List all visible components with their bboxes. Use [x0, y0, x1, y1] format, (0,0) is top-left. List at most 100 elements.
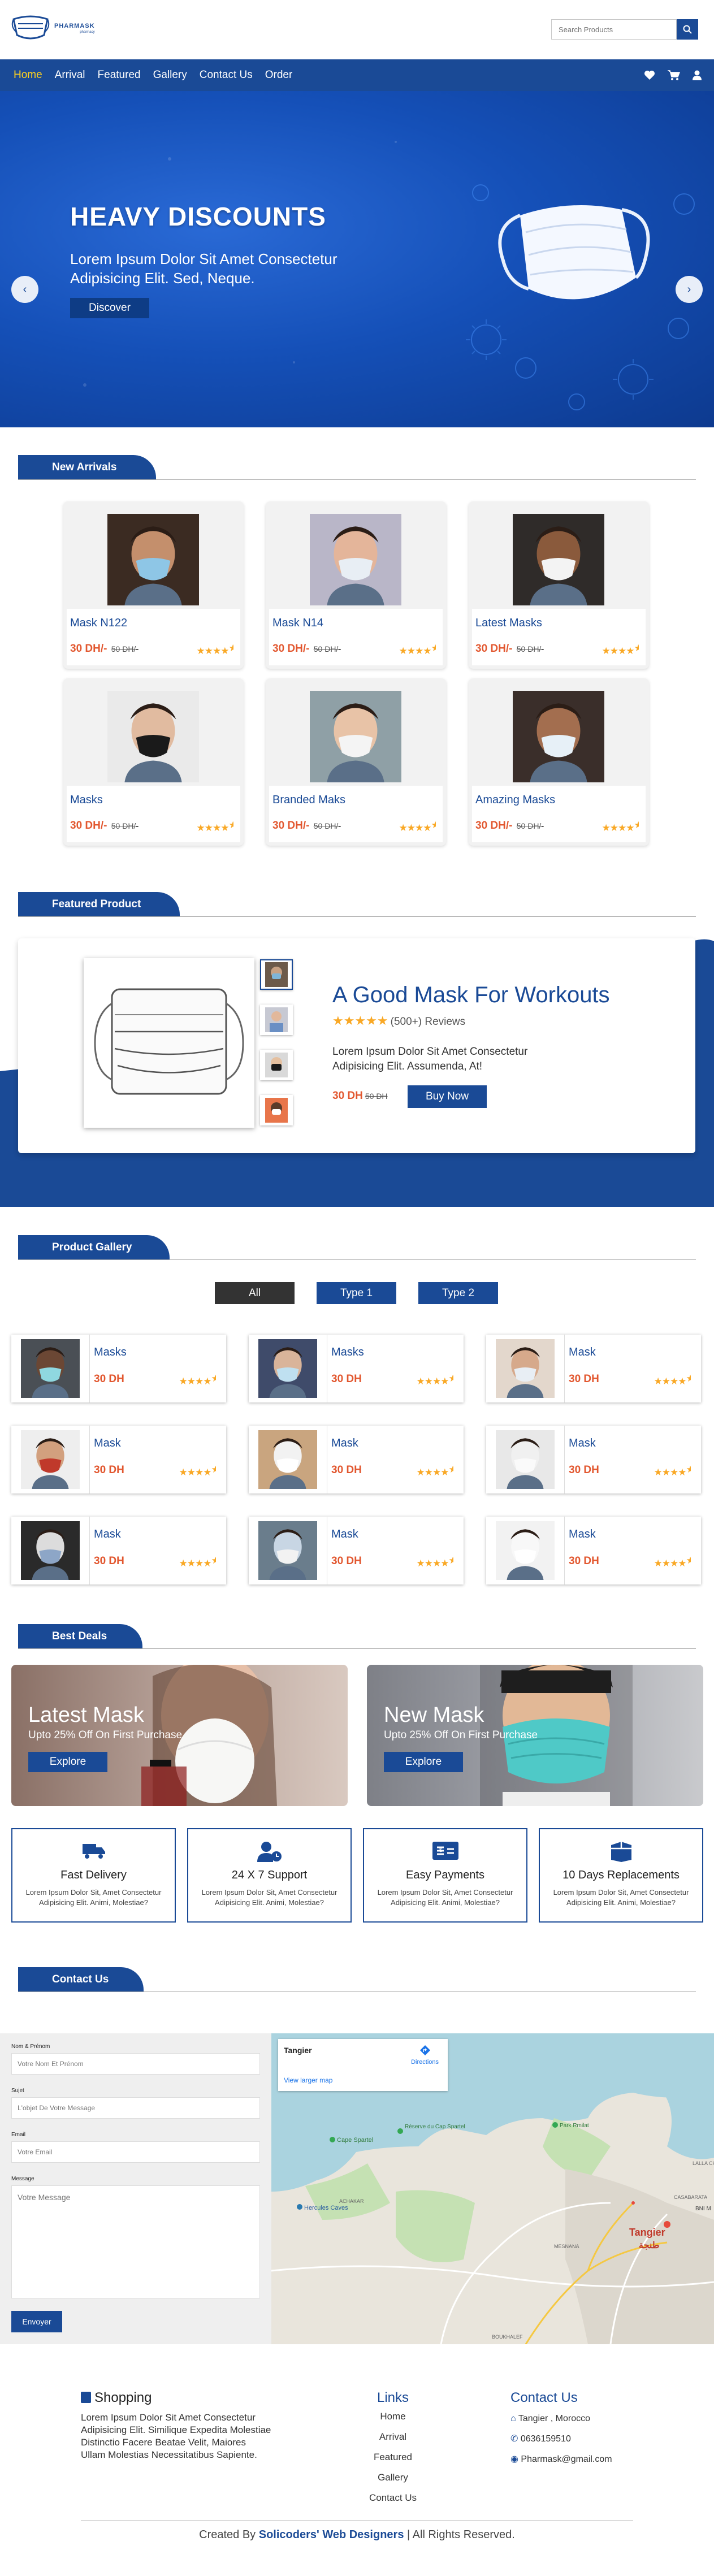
star-rating-icon: ★★★★★	[179, 1464, 216, 1478]
product-name[interactable]: Mask	[94, 1437, 121, 1450]
product-name[interactable]: Masks	[70, 794, 103, 807]
arrival-card[interactable]: Latest Masks 30 DH/- 50 DH/- ★★★★★	[469, 501, 649, 669]
hero-subtitle: Lorem Ipsum Dolor Sit Amet Consectetur A…	[70, 250, 337, 287]
product-name[interactable]: Mask	[331, 1528, 358, 1541]
product-name[interactable]: Masks	[94, 1346, 127, 1359]
arrival-card[interactable]: Branded Maks 30 DH/- 50 DH/- ★★★★★	[266, 678, 446, 846]
gallery-card[interactable]: Mask 30 DH ★★★★★	[486, 1426, 701, 1493]
thumbnail-4[interactable]	[260, 1095, 293, 1125]
thumbnail-1[interactable]	[260, 959, 293, 990]
footer-email: ◉ Pharmask@gmail.com	[510, 2453, 657, 2466]
surgical-mask-image	[94, 988, 244, 1095]
buy-now-button[interactable]: Buy Now	[408, 1085, 487, 1108]
filter-all-button[interactable]: All	[215, 1282, 295, 1304]
divider	[564, 1517, 565, 1584]
footer-link-gallery[interactable]: Gallery	[339, 2471, 447, 2484]
product-price: 30 DH	[569, 1373, 599, 1385]
featured-main-image	[84, 958, 254, 1128]
map-info-card: Tangier View larger map Directions	[278, 2039, 448, 2091]
map-label-park: Park Rmilat	[560, 2123, 589, 2129]
gallery-card[interactable]: Masks 30 DH ★★★★★	[11, 1335, 226, 1402]
product-price: 30 DH/-	[272, 820, 310, 832]
product-name[interactable]: Branded Maks	[272, 794, 345, 807]
prev-slide-button[interactable]: ‹	[11, 276, 38, 303]
nav-arrival[interactable]: Arrival	[55, 69, 85, 81]
gallery-card[interactable]: Masks 30 DH ★★★★★	[249, 1335, 464, 1402]
search-input[interactable]	[551, 19, 677, 40]
product-name[interactable]: Mask N122	[70, 617, 127, 630]
email-field[interactable]: Votre Email	[11, 2141, 260, 2163]
gallery-card[interactable]: Mask 30 DH ★★★★★	[249, 1517, 464, 1584]
product-name[interactable]: Mask	[569, 1437, 596, 1450]
product-name[interactable]: Mask	[331, 1437, 358, 1450]
user-icon[interactable]	[693, 70, 702, 80]
product-name[interactable]: Mask	[569, 1528, 596, 1541]
heart-icon[interactable]	[644, 70, 655, 80]
shopping-bag-icon	[81, 2392, 91, 2403]
brand-logo[interactable]: PHARMASK pharmacy	[10, 12, 95, 42]
deal-latest-title: Latest Mask	[28, 1703, 144, 1727]
copyright: Created By Solicoders' Web Designers | A…	[0, 2529, 714, 2542]
divider	[564, 1335, 565, 1402]
gallery-card[interactable]: Mask 30 DH ★★★★★	[486, 1517, 701, 1584]
filter-type2-button[interactable]: Type 2	[418, 1282, 498, 1304]
arrival-card[interactable]: Amazing Masks 30 DH/- 50 DH/- ★★★★★	[469, 678, 649, 846]
gallery-card[interactable]: Mask 30 DH ★★★★★	[11, 1426, 226, 1493]
view-larger-map-link[interactable]: View larger map	[284, 2076, 332, 2084]
footer-divider	[81, 2520, 633, 2521]
nav-gallery[interactable]: Gallery	[153, 69, 187, 81]
product-name[interactable]: Mask	[569, 1346, 596, 1359]
nav-order[interactable]: Order	[265, 69, 293, 81]
feature-text: Lorem Ipsum Dolor Sit, Amet Consectetur …	[25, 1888, 162, 1907]
support-clock-icon	[188, 1841, 350, 1863]
arrival-card[interactable]: Masks 30 DH/- 50 DH/- ★★★★★	[63, 678, 244, 846]
send-button[interactable]: Envoyer	[11, 2311, 62, 2332]
nav-contact[interactable]: Contact Us	[200, 69, 253, 81]
footer-link-contact[interactable]: Contact Us	[339, 2492, 447, 2504]
next-slide-button[interactable]: ›	[676, 276, 703, 303]
name-field[interactable]: Votre Nom Et Prénom	[11, 2053, 260, 2075]
star-rating-icon: ★★★★★	[416, 1555, 453, 1569]
discover-button[interactable]: Discover	[70, 298, 149, 318]
map-embed[interactable]: Cape Spartel Réserve du Cap Spartel Park…	[271, 2033, 714, 2344]
footer-link-featured[interactable]: Featured	[339, 2451, 447, 2464]
directions-link[interactable]: Directions	[411, 2045, 439, 2066]
footer-email-text: Pharmask@gmail.com	[521, 2454, 612, 2464]
message-field[interactable]: Votre Message	[11, 2185, 260, 2298]
product-name[interactable]: Amazing Masks	[475, 794, 555, 807]
featured-reviews: (500+) Reviews	[390, 1016, 466, 1028]
product-name[interactable]: Mask	[94, 1528, 121, 1541]
hero-title: HEAVY DISCOUNTS	[70, 202, 326, 231]
copyright-brand[interactable]: Solicoders' Web Designers	[259, 2529, 404, 2541]
product-name[interactable]: Latest Masks	[475, 617, 542, 630]
thumbnail-3[interactable]	[260, 1050, 293, 1080]
gallery-card[interactable]: Mask 30 DH ★★★★★	[11, 1517, 226, 1584]
payment-icon: $	[364, 1841, 526, 1863]
subject-field[interactable]: L'objet De Votre Message	[11, 2097, 260, 2119]
nav-home[interactable]: Home	[14, 69, 42, 81]
nav-featured[interactable]: Featured	[98, 69, 141, 81]
product-image	[491, 1430, 560, 1489]
cart-icon[interactable]	[668, 70, 680, 80]
footer-link-arrival[interactable]: Arrival	[339, 2431, 447, 2443]
product-name[interactable]: Masks	[331, 1346, 364, 1359]
gallery-card[interactable]: Mask 30 DH ★★★★★	[249, 1426, 464, 1493]
product-image	[253, 1430, 322, 1489]
product-price: 30 DH/-	[475, 820, 513, 832]
arrival-card[interactable]: Mask N122 30 DH/- 50 DH/- ★★★★★	[63, 501, 244, 669]
card-info: Branded Maks 30 DH/- 50 DH/- ★★★★★	[269, 786, 443, 842]
explore-new-button[interactable]: Explore	[384, 1752, 463, 1772]
thumbnail-2[interactable]	[260, 1005, 293, 1035]
footer-shopping-title: Shopping	[94, 2390, 152, 2405]
product-image	[513, 514, 604, 605]
explore-latest-button[interactable]: Explore	[28, 1752, 107, 1772]
arrival-card[interactable]: Mask N14 30 DH/- 50 DH/- ★★★★★	[266, 501, 446, 669]
search-button[interactable]	[677, 19, 698, 40]
product-name[interactable]: Mask N14	[272, 617, 323, 630]
product-old-price: 50 DH/-	[111, 821, 139, 830]
filter-type1-button[interactable]: Type 1	[317, 1282, 396, 1304]
feature-title: 24 X 7 Support	[231, 1869, 308, 1881]
gallery-card[interactable]: Mask 30 DH ★★★★★	[486, 1335, 701, 1402]
product-image	[16, 1430, 85, 1489]
footer-link-home[interactable]: Home	[339, 2410, 447, 2423]
